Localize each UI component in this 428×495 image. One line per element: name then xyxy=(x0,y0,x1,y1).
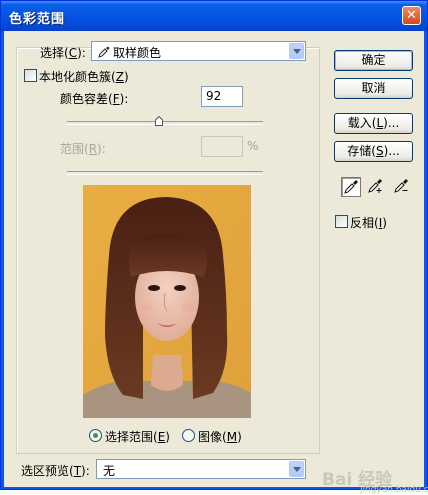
eyedropper-tool[interactable] xyxy=(341,177,361,197)
chevron-down-icon[interactable] xyxy=(289,461,304,477)
localized-clusters-key: Z xyxy=(115,70,124,84)
image-radio-text: 图像 xyxy=(198,430,223,444)
image-radio-key: M xyxy=(226,430,238,444)
invert-key: I xyxy=(378,216,383,230)
fuzziness-label: 颜色容差(F): xyxy=(60,92,129,106)
watermark-sub: jingyan.baidu.com xyxy=(360,485,428,495)
localized-clusters-checkbox[interactable] xyxy=(24,69,37,82)
cancel-button[interactable]: 取消 xyxy=(334,78,413,99)
localized-clusters-text: 本地化颜色簇 xyxy=(39,70,112,84)
portrait-image xyxy=(83,185,251,418)
save-button[interactable]: 存储(S)... xyxy=(334,141,413,162)
image-radio[interactable] xyxy=(182,429,195,442)
load-button[interactable]: 载入(L)... xyxy=(334,113,413,134)
selection-radio-key: E xyxy=(157,430,166,444)
range-input[interactable] xyxy=(201,136,243,157)
chevron-down-icon[interactable] xyxy=(289,43,304,59)
fuzziness-key: F xyxy=(112,92,120,106)
fuzziness-input[interactable]: 92 xyxy=(201,86,243,107)
range-text: 范围 xyxy=(60,142,85,156)
title-bar[interactable]: 色彩范围 ✕ xyxy=(1,1,427,31)
selection-radio-text: 选择范围 xyxy=(105,430,154,444)
selection-radio-label[interactable]: 选择范围(E) xyxy=(105,428,170,445)
eyedropper-icon xyxy=(344,180,358,194)
eyedropper-minus-icon xyxy=(394,179,408,193)
selection-preview-label: 选区预览(T): xyxy=(21,464,90,478)
select-value: 取样颜色 xyxy=(113,46,162,60)
load-text: 载入 xyxy=(347,116,372,130)
save-ellipsis: ... xyxy=(388,144,400,158)
select-key: C xyxy=(68,46,78,60)
fuzziness-slider-track[interactable] xyxy=(67,121,263,125)
range-label: 范围(R): xyxy=(60,142,106,156)
invert-checkbox[interactable] xyxy=(335,215,348,228)
load-ellipsis: ... xyxy=(387,116,400,130)
close-icon: ✕ xyxy=(406,8,417,23)
localized-clusters-label[interactable]: 本地化颜色簇(Z) xyxy=(39,68,129,85)
range-key: R xyxy=(88,142,98,156)
dialog-title: 色彩范围 xyxy=(9,12,66,27)
eyedropper-icon xyxy=(98,46,110,58)
select-dropdown[interactable]: 取样颜色 xyxy=(91,41,306,61)
range-unit: % xyxy=(247,139,259,153)
eyedropper-plus-tool[interactable] xyxy=(366,177,386,197)
range-slider-track[interactable] xyxy=(67,171,263,175)
select-label: 选择(C): xyxy=(40,46,86,60)
save-key: S xyxy=(375,144,384,158)
eyedropper-minus-tool[interactable] xyxy=(392,177,412,197)
select-value-wrap: 取样颜色 xyxy=(98,44,161,61)
select-label-suffix: ): xyxy=(77,46,86,60)
close-button[interactable]: ✕ xyxy=(402,6,421,25)
save-text: 存储 xyxy=(347,144,372,158)
invert-label[interactable]: 反相(I) xyxy=(350,214,387,231)
ok-button[interactable]: 确定 xyxy=(334,50,413,71)
dialog-window: 色彩范围 ✕ 选择(C): 取样颜色 本地化颜色簇(Z) 颜色容差(F): 92… xyxy=(0,0,428,495)
fuzziness-text: 颜色容差 xyxy=(60,92,109,106)
image-radio-label[interactable]: 图像(M) xyxy=(198,428,242,445)
selection-preview-text: 选区预览 xyxy=(21,464,70,478)
selection-radio[interactable] xyxy=(89,429,102,442)
selection-preview-value: 无 xyxy=(103,464,116,478)
fuzziness-slider-thumb[interactable] xyxy=(155,116,163,126)
selection-preview-key: T xyxy=(73,464,82,478)
eyedropper-plus-icon xyxy=(368,179,382,193)
dialog-body: 选择(C): 取样颜色 本地化颜色簇(Z) 颜色容差(F): 92 范围(R):… xyxy=(4,31,428,495)
select-label-text: 选择 xyxy=(40,46,65,60)
selection-preview-image xyxy=(83,185,251,418)
invert-text: 反相 xyxy=(350,216,375,230)
fuzziness-value: 92 xyxy=(206,89,222,103)
selection-preview-dropdown[interactable]: 无 xyxy=(96,459,306,479)
